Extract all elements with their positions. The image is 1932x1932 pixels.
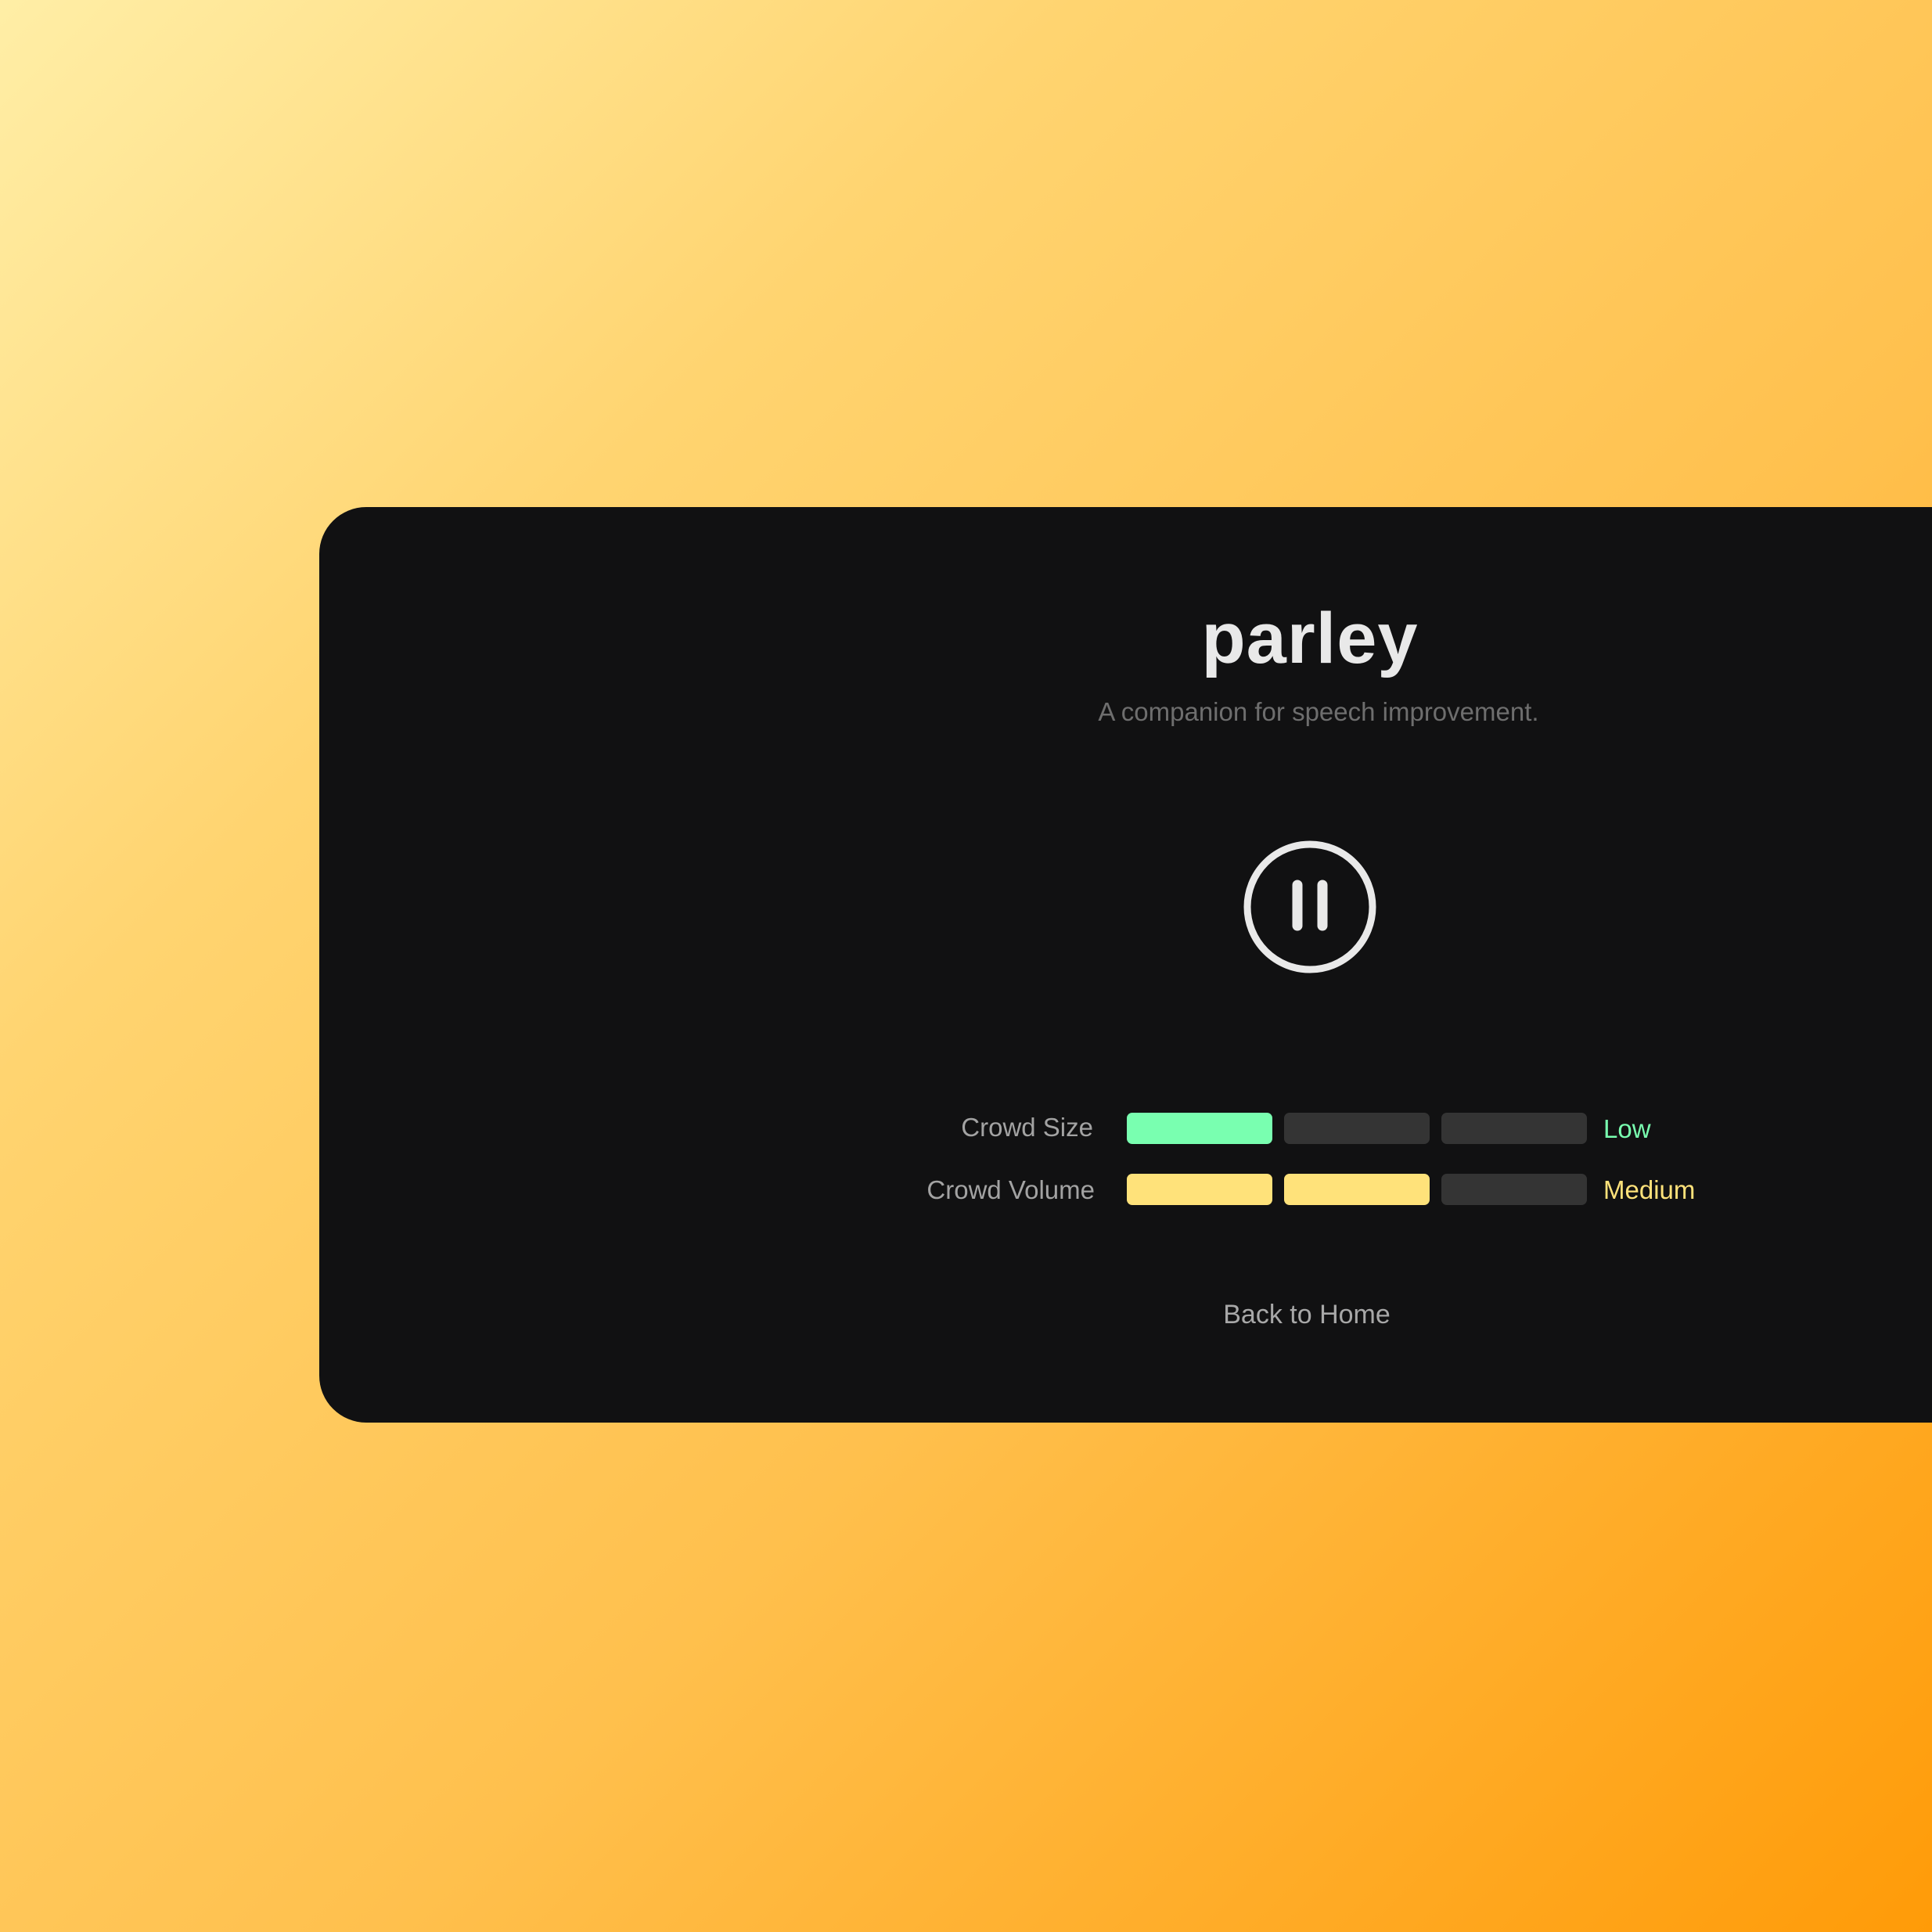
crowd-volume-segment-2 xyxy=(1284,1174,1430,1205)
crowd-volume-level: Medium xyxy=(1603,1175,1696,1204)
crowd-size-segment-2 xyxy=(1284,1113,1430,1144)
crowd-size-segment-3 xyxy=(1441,1113,1587,1144)
back-to-home-link[interactable]: Back to Home xyxy=(1158,1295,1455,1334)
pause-button[interactable] xyxy=(1242,839,1378,975)
crowd-volume-label: Crowd Volume xyxy=(926,1175,1095,1204)
crowd-size-label: Crowd Size xyxy=(961,1113,1093,1142)
app-title: parley xyxy=(1201,599,1419,678)
crowd-size-level: Low xyxy=(1603,1114,1651,1143)
crowd-size-segment-1 xyxy=(1127,1113,1272,1144)
pause-icon xyxy=(1243,840,1376,973)
crowd-volume-segment-1 xyxy=(1127,1174,1272,1205)
crowd-volume-segment-3 xyxy=(1441,1174,1587,1205)
app-subtitle: A companion for speech improvement. xyxy=(1098,697,1539,726)
